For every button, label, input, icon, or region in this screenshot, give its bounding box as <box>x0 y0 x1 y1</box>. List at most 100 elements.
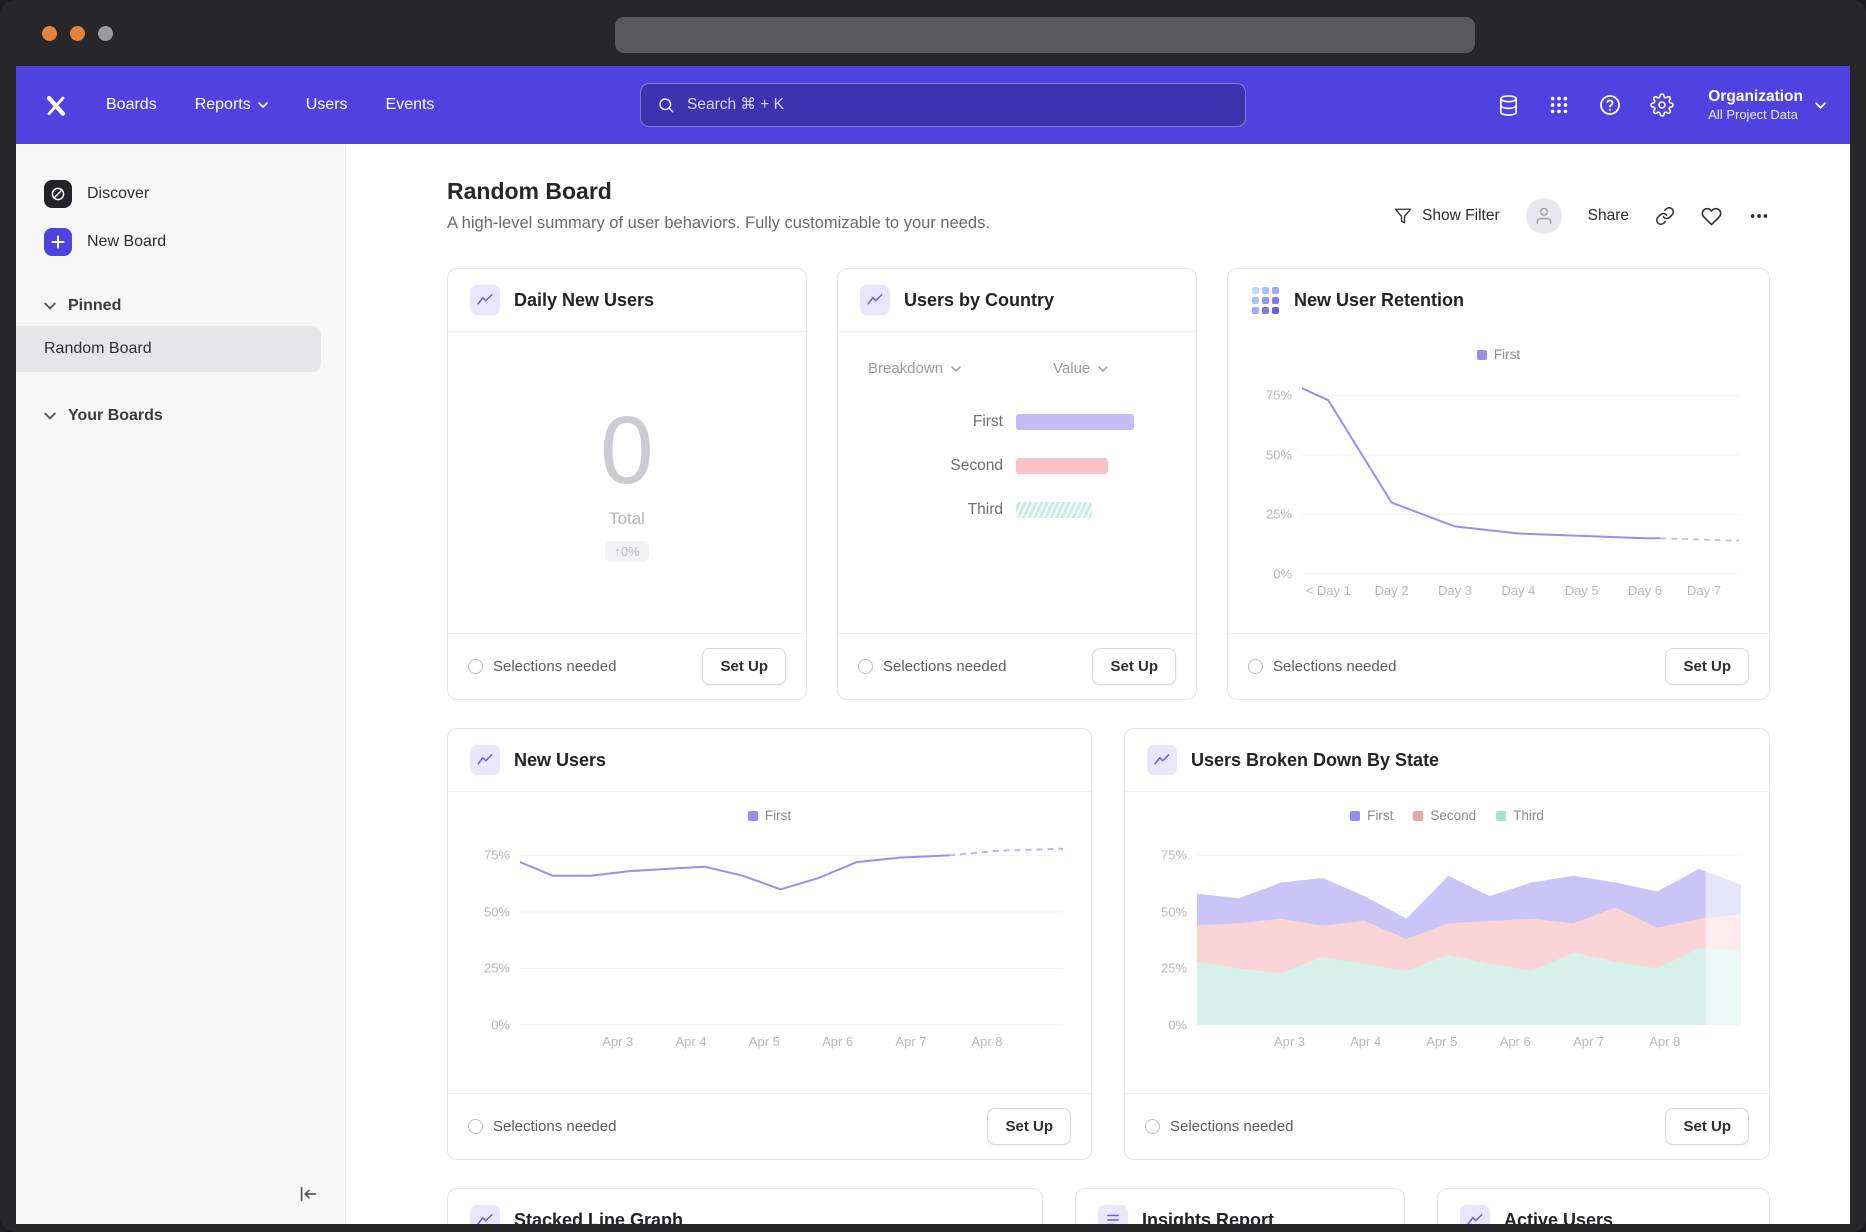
x-tick: Apr 8 <box>971 1034 1002 1049</box>
top-navbar: Boards Reports Users Events <box>16 66 1850 144</box>
set-up-button[interactable]: Set Up <box>702 648 786 685</box>
x-tick: Apr 5 <box>1426 1034 1457 1049</box>
chevron-down-icon <box>1098 366 1108 372</box>
data-settings-icon[interactable] <box>1497 94 1520 117</box>
set-up-button[interactable]: Set Up <box>1665 648 1749 685</box>
legend-item-second[interactable]: Second <box>1413 808 1476 823</box>
breakdown-dropdown[interactable]: Breakdown <box>868 360 1053 377</box>
legend-item-first[interactable]: First <box>1350 808 1393 823</box>
plot-area <box>1302 374 1739 574</box>
x-tick: Apr 3 <box>602 1034 633 1049</box>
sidebar-item-discover[interactable]: Discover <box>16 170 345 218</box>
bar[interactable] <box>1016 414 1134 430</box>
page-title-block: Random Board A high-level summary of use… <box>447 178 990 233</box>
search-input[interactable] <box>687 96 1229 114</box>
card-footer: Selections needed Set Up <box>1125 1093 1769 1159</box>
card-footer: Selections needed Set Up <box>448 633 806 699</box>
x-tick: Apr 4 <box>1350 1034 1381 1049</box>
settings-gear-icon[interactable] <box>1650 93 1674 117</box>
metric-value: 0 <box>600 403 653 499</box>
card-title: Insights Report <box>1142 1210 1274 1225</box>
close-window-button[interactable] <box>42 26 57 41</box>
copy-link-icon[interactable] <box>1655 206 1675 226</box>
collapse-sidebar-button[interactable] <box>297 1183 319 1208</box>
dropdown-label: Breakdown <box>868 360 943 377</box>
card-header: Active Users <box>1438 1189 1769 1224</box>
favorite-heart-icon[interactable] <box>1701 206 1722 227</box>
filter-icon <box>1394 207 1412 225</box>
y-tick: 50% <box>1161 904 1187 919</box>
x-tick: Apr 8 <box>1649 1034 1680 1049</box>
avatar[interactable] <box>1526 198 1562 234</box>
show-filter-button[interactable]: Show Filter <box>1394 207 1500 225</box>
line-chart-icon <box>470 745 500 775</box>
value-dropdown[interactable]: Value <box>1053 360 1108 377</box>
nav-menu: Boards Reports Users Events <box>106 96 434 114</box>
status-circle-icon <box>858 659 873 674</box>
set-up-button[interactable]: Set Up <box>987 1108 1071 1145</box>
card-title: Users Broken Down By State <box>1191 750 1439 771</box>
card-users-by-country: Users by Country Breakdown Value <box>837 268 1197 700</box>
help-icon[interactable] <box>1598 93 1622 117</box>
x-axis: Apr 3Apr 4Apr 5Apr 6Apr 7Apr 8 <box>1197 1025 1741 1049</box>
minimize-window-button[interactable] <box>70 26 85 41</box>
card-new-user-retention: New User Retention First 75%50%25%0% < D… <box>1227 268 1770 700</box>
y-tick: 0% <box>1168 1018 1187 1033</box>
sidebar-section-pinned[interactable]: Pinned <box>16 286 345 326</box>
browser-window: Boards Reports Users Events <box>0 0 1866 1232</box>
sidebar-item-label: Discover <box>87 185 149 203</box>
legend-item-first[interactable]: First <box>748 808 791 823</box>
mixpanel-logo[interactable] <box>40 89 72 121</box>
apps-grid-icon[interactable] <box>1548 94 1570 116</box>
org-switcher[interactable]: Organization All Project Data <box>1708 87 1826 123</box>
chevron-down-icon <box>44 412 56 420</box>
card-daily-new-users: Daily New Users 0 Total ↑0% Selections <box>447 268 807 700</box>
nav-item-boards[interactable]: Boards <box>106 96 157 114</box>
metric-delta: ↑0% <box>605 541 648 562</box>
card-active-users: Active Users <box>1437 1188 1770 1224</box>
nav-item-label: Users <box>306 96 348 114</box>
x-tick: Apr 4 <box>675 1034 706 1049</box>
sidebar-item-random-board[interactable]: Random Board <box>16 326 321 372</box>
y-tick: 75% <box>1161 848 1187 863</box>
set-up-button[interactable]: Set Up <box>1665 1108 1749 1145</box>
zoom-window-button[interactable] <box>98 26 113 41</box>
y-tick: 0% <box>1273 567 1292 582</box>
bar[interactable] <box>1016 458 1108 474</box>
more-options-icon[interactable] <box>1748 205 1770 227</box>
horizontal-bar-chart: FirstSecondThird <box>868 413 1166 519</box>
search-bar[interactable] <box>640 83 1246 127</box>
bar-row: First <box>868 413 1166 431</box>
new-users-chart: First 75%50%25%0% Apr 3Apr 4Apr 5Apr 6Ap… <box>448 792 1091 1049</box>
legend-item-first[interactable]: First <box>1477 347 1520 362</box>
card-header: Users Broken Down By State <box>1125 729 1769 792</box>
app-surface: Boards Reports Users Events <box>16 66 1850 1224</box>
url-bar[interactable] <box>615 17 1475 53</box>
chevron-down-icon <box>258 102 268 108</box>
x-tick: Apr 6 <box>1500 1034 1531 1049</box>
status-text: Selections needed <box>1170 1118 1293 1135</box>
status-circle-icon <box>1248 659 1263 674</box>
nav-item-events[interactable]: Events <box>386 96 435 114</box>
status-text: Selections needed <box>493 1118 616 1135</box>
card-header: New Users <box>448 729 1091 792</box>
nav-item-label: Boards <box>106 96 157 114</box>
bar[interactable] <box>1016 502 1092 518</box>
bar-row: Third <box>868 501 1166 519</box>
show-filter-label: Show Filter <box>1422 207 1500 225</box>
bar-label: Third <box>868 501 1003 519</box>
card-status: Selections needed <box>858 658 1006 675</box>
chart-legend: First <box>476 808 1063 823</box>
status-circle-icon <box>468 659 483 674</box>
sidebar-item-new-board[interactable]: New Board <box>16 218 345 266</box>
card-title: Daily New Users <box>514 290 654 311</box>
share-button[interactable]: Share <box>1588 207 1629 225</box>
legend-item-third[interactable]: Third <box>1496 808 1544 823</box>
metric-label: Total <box>609 509 645 529</box>
sidebar-section-your-boards[interactable]: Your Boards <box>16 396 345 436</box>
card-stacked-line-graph: Stacked Line Graph <box>447 1188 1043 1224</box>
nav-item-users[interactable]: Users <box>306 96 348 114</box>
card-header: New User Retention <box>1228 269 1769 331</box>
nav-item-reports[interactable]: Reports <box>195 96 268 114</box>
set-up-button[interactable]: Set Up <box>1092 648 1176 685</box>
